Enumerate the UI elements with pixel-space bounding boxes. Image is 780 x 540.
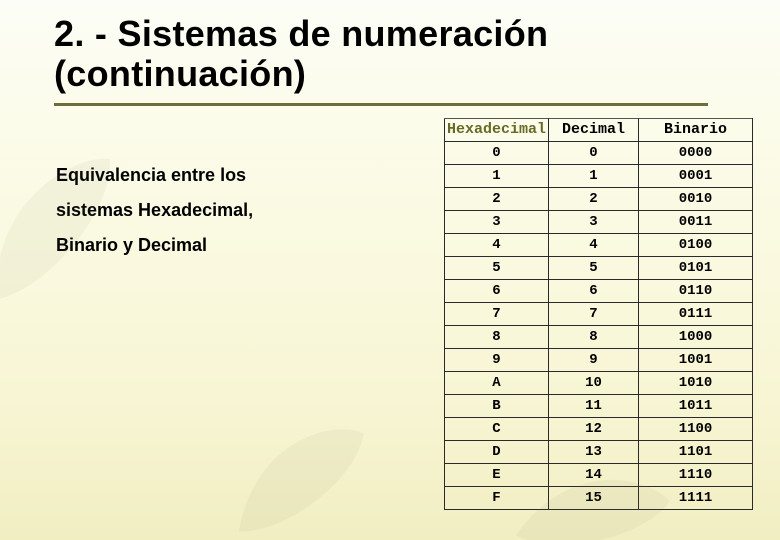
col-header-hex: Hexadecimal xyxy=(445,118,549,141)
cell-hex: 9 xyxy=(445,348,549,371)
cell-bin: 1000 xyxy=(639,325,753,348)
table-row: E141110 xyxy=(445,463,753,486)
cell-hex: 3 xyxy=(445,210,549,233)
table-row: A101010 xyxy=(445,371,753,394)
cell-bin: 0001 xyxy=(639,164,753,187)
cell-bin: 1100 xyxy=(639,417,753,440)
slide-body: Equivalencia entre los sistemas Hexadeci… xyxy=(0,106,780,540)
slide-title-line2: (continuación) xyxy=(54,54,780,94)
cell-dec: 0 xyxy=(549,141,639,164)
cell-hex: 6 xyxy=(445,279,549,302)
cell-dec: 1 xyxy=(549,164,639,187)
table-row: F151111 xyxy=(445,486,753,509)
table-header-row: Hexadecimal Decimal Binario xyxy=(445,118,753,141)
cell-dec: 15 xyxy=(549,486,639,509)
cell-bin: 1101 xyxy=(639,440,753,463)
cell-dec: 9 xyxy=(549,348,639,371)
cell-dec: 14 xyxy=(549,463,639,486)
cell-hex: 1 xyxy=(445,164,549,187)
table-row: C121100 xyxy=(445,417,753,440)
cell-bin: 0101 xyxy=(639,256,753,279)
cell-bin: 1011 xyxy=(639,394,753,417)
table-body: 0000001100012200103300114401005501016601… xyxy=(445,141,753,509)
cell-dec: 5 xyxy=(549,256,639,279)
table-row: 660110 xyxy=(445,279,753,302)
table-row: 330011 xyxy=(445,210,753,233)
title-underline xyxy=(54,103,708,106)
caption-line: sistemas Hexadecimal, xyxy=(56,193,422,228)
cell-dec: 3 xyxy=(549,210,639,233)
table-row: 550101 xyxy=(445,256,753,279)
slide: 2. - Sistemas de numeración (continuació… xyxy=(0,0,780,540)
cell-dec: 6 xyxy=(549,279,639,302)
cell-dec: 8 xyxy=(549,325,639,348)
caption-block: Equivalencia entre los sistemas Hexadeci… xyxy=(56,122,422,540)
cell-hex: 8 xyxy=(445,325,549,348)
cell-hex: 7 xyxy=(445,302,549,325)
cell-hex: F xyxy=(445,486,549,509)
cell-hex: 4 xyxy=(445,233,549,256)
cell-dec: 11 xyxy=(549,394,639,417)
cell-bin: 0110 xyxy=(639,279,753,302)
caption-line: Binario y Decimal xyxy=(56,228,422,263)
table-row: 440100 xyxy=(445,233,753,256)
cell-bin: 1010 xyxy=(639,371,753,394)
cell-bin: 1111 xyxy=(639,486,753,509)
caption-line: Equivalencia entre los xyxy=(56,158,422,193)
table-row: 881000 xyxy=(445,325,753,348)
col-header-dec: Decimal xyxy=(549,118,639,141)
table-row: 220010 xyxy=(445,187,753,210)
cell-bin: 0111 xyxy=(639,302,753,325)
table-row: D131101 xyxy=(445,440,753,463)
cell-hex: D xyxy=(445,440,549,463)
equivalence-table: Hexadecimal Decimal Binario 000000110001… xyxy=(444,118,753,510)
cell-bin: 1001 xyxy=(639,348,753,371)
table-row: B111011 xyxy=(445,394,753,417)
cell-dec: 10 xyxy=(549,371,639,394)
cell-hex: E xyxy=(445,463,549,486)
title-block: 2. - Sistemas de numeración (continuació… xyxy=(0,0,780,106)
table-row: 110001 xyxy=(445,164,753,187)
cell-dec: 13 xyxy=(549,440,639,463)
cell-bin: 0011 xyxy=(639,210,753,233)
cell-hex: 5 xyxy=(445,256,549,279)
cell-dec: 12 xyxy=(549,417,639,440)
cell-hex: 0 xyxy=(445,141,549,164)
cell-bin: 1110 xyxy=(639,463,753,486)
cell-bin: 0100 xyxy=(639,233,753,256)
table-row: 770111 xyxy=(445,302,753,325)
table-wrap: Hexadecimal Decimal Binario 000000110001… xyxy=(444,118,753,540)
table-row: 991001 xyxy=(445,348,753,371)
table-row: 000000 xyxy=(445,141,753,164)
col-header-bin: Binario xyxy=(639,118,753,141)
slide-title-line1: 2. - Sistemas de numeración xyxy=(54,14,780,54)
cell-hex: B xyxy=(445,394,549,417)
cell-bin: 0010 xyxy=(639,187,753,210)
cell-dec: 2 xyxy=(549,187,639,210)
cell-bin: 0000 xyxy=(639,141,753,164)
cell-hex: 2 xyxy=(445,187,549,210)
cell-hex: A xyxy=(445,371,549,394)
cell-hex: C xyxy=(445,417,549,440)
cell-dec: 4 xyxy=(549,233,639,256)
cell-dec: 7 xyxy=(549,302,639,325)
